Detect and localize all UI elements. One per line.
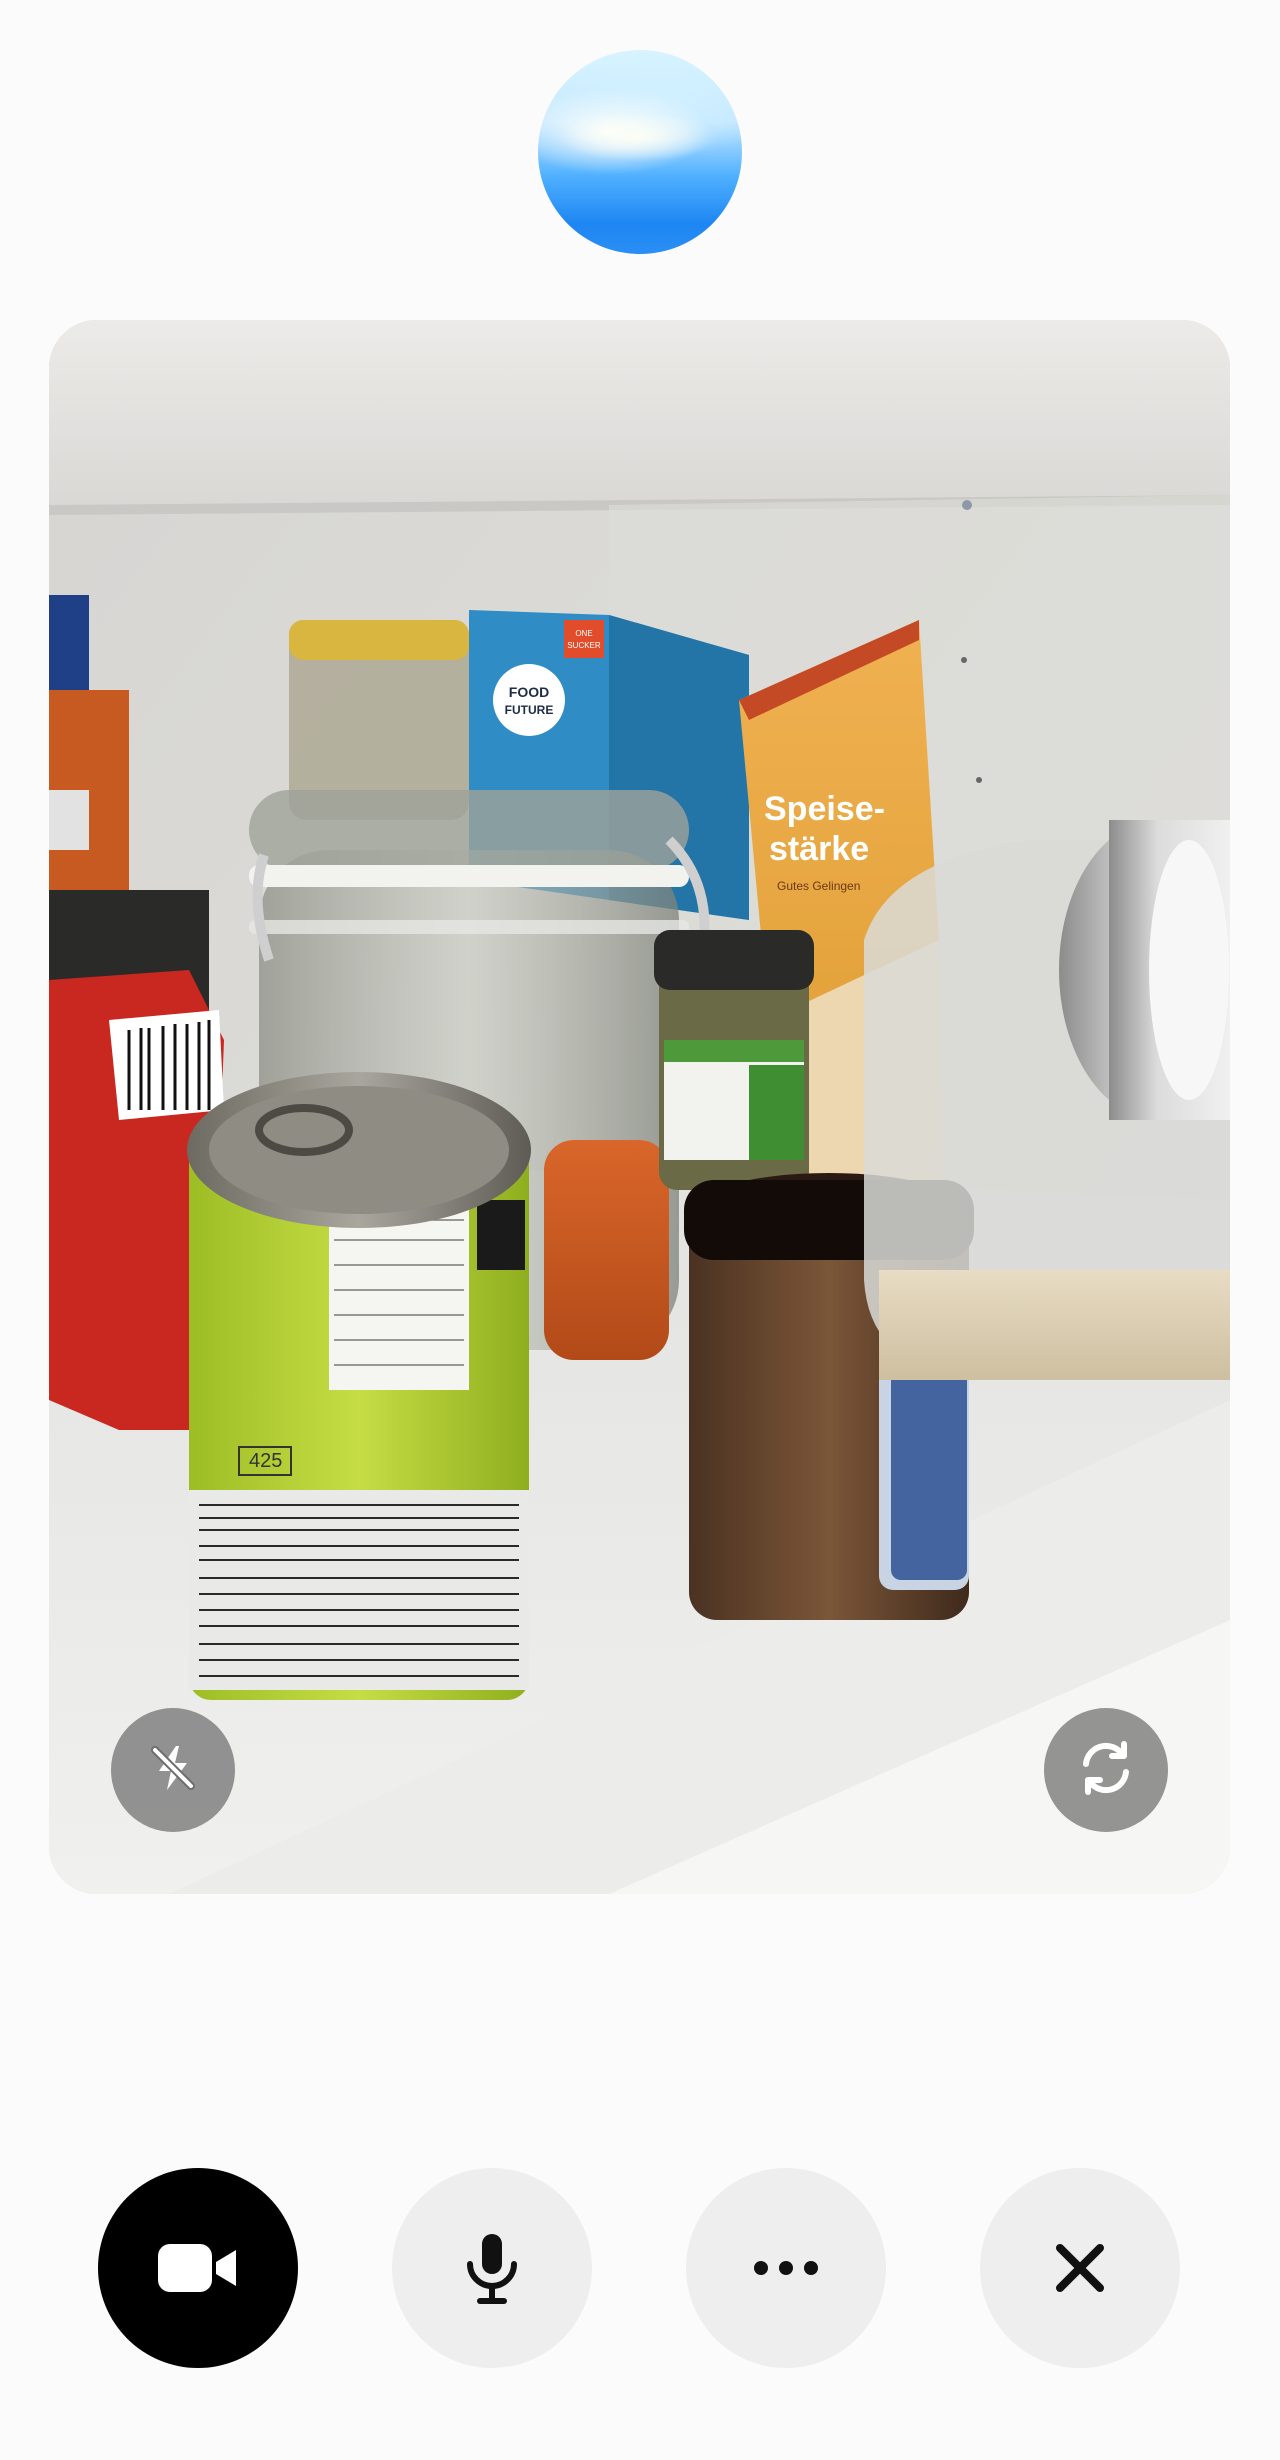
svg-text:FOOD: FOOD (509, 684, 549, 700)
more-options-button[interactable] (686, 2168, 886, 2368)
orb-sheen (558, 112, 718, 162)
camera-preview: FOOD FUTURE ONE SUCKER Speise- stärke Gu… (49, 320, 1230, 1894)
flash-toggle-button[interactable] (111, 1708, 235, 1832)
microphone-icon (462, 2230, 522, 2306)
close-icon (1052, 2240, 1108, 2296)
microphone-button[interactable] (392, 2168, 592, 2368)
svg-text:425: 425 (249, 1450, 282, 1472)
flip-camera-icon (1074, 1736, 1138, 1805)
flip-camera-button[interactable] (1044, 1708, 1168, 1832)
svg-text:stärke: stärke (769, 830, 869, 868)
svg-text:FUTURE: FUTURE (505, 703, 554, 717)
svg-text:Gutes Gelingen: Gutes Gelingen (777, 879, 860, 893)
svg-text:SUCKER: SUCKER (567, 641, 601, 650)
video-camera-icon (156, 2238, 240, 2298)
live-camera-screen: FOOD FUTURE ONE SUCKER Speise- stärke Gu… (0, 0, 1280, 2460)
end-session-button[interactable] (980, 2168, 1180, 2368)
video-toggle-button[interactable] (98, 2168, 298, 2368)
flash-off-icon (145, 1740, 201, 1801)
call-controls (0, 2168, 1280, 2368)
camera-feed-image: FOOD FUTURE ONE SUCKER Speise- stärke Gu… (49, 320, 1230, 1894)
svg-text:ONE: ONE (575, 629, 592, 638)
svg-text:Speise-: Speise- (764, 790, 885, 828)
assistant-orb (538, 50, 742, 254)
more-horizontal-icon (751, 2258, 821, 2278)
